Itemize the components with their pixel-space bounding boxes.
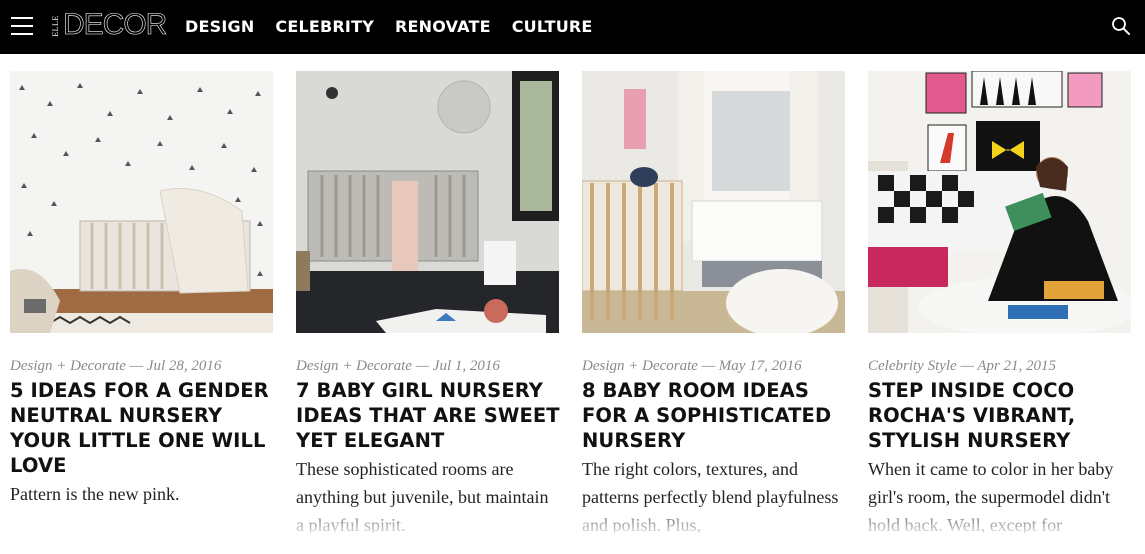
article-meta: Design + Decorate — May 17, 2016: [582, 358, 862, 375]
article-title[interactable]: Step Inside Coco Rocha's Vibrant, Stylis…: [868, 378, 1140, 453]
top-navigation-bar: ELLE DECOR DESIGN CELEBRITY RENOVATE CUL…: [0, 0, 1145, 54]
nav-link-renovate[interactable]: RENOVATE: [395, 17, 491, 36]
nav-link-culture[interactable]: CULTURE: [512, 17, 593, 36]
article-meta: Design + Decorate — Jul 28, 2016: [10, 358, 290, 375]
meta-separator: —: [960, 358, 974, 374]
article-image-coco-rocha-nursery[interactable]: [868, 71, 1131, 333]
article-date: Jul 28, 2016: [146, 358, 222, 374]
article-category[interactable]: Design + Decorate: [296, 358, 412, 374]
article-date: Apr 21, 2015: [977, 358, 1057, 374]
logo-decor-text: DECOR: [63, 8, 168, 42]
article-title[interactable]: 7 Baby Girl Nursery Ideas That Are Sweet…: [296, 378, 568, 453]
article-title[interactable]: 8 Baby Room Ideas for a Sophisticated Nu…: [582, 378, 854, 453]
nav-link-design[interactable]: DESIGN: [185, 17, 254, 36]
article-date: May 17, 2016: [718, 358, 802, 374]
nav-link-celebrity[interactable]: CELEBRITY: [275, 17, 374, 36]
article-image-gender-neutral-nursery[interactable]: [10, 71, 273, 333]
article-meta: Design + Decorate — Jul 1, 2016: [296, 358, 576, 375]
meta-separator: —: [415, 358, 430, 374]
article-category[interactable]: Celebrity Style: [868, 358, 957, 374]
hamburger-icon[interactable]: [11, 16, 33, 36]
meta-separator: —: [129, 358, 144, 374]
article-title[interactable]: 5 Ideas for a Gender Neutral Nursery You…: [10, 378, 282, 478]
meta-separator: —: [701, 358, 716, 374]
article-meta: Celebrity Style — Apr 21, 2015: [868, 358, 1145, 375]
logo-elle-text: ELLE: [51, 15, 60, 37]
search-icon[interactable]: [1111, 16, 1131, 36]
article-dek: Pattern is the new pink.: [10, 484, 180, 504]
main-nav: DESIGN CELEBRITY RENOVATE CULTURE: [185, 17, 614, 36]
article-date: Jul 1, 2016: [432, 358, 500, 374]
article-dek: When it came to color in her baby girl's…: [868, 459, 1114, 533]
article-category[interactable]: Design + Decorate: [10, 358, 126, 374]
article-image-sophisticated-nursery[interactable]: [582, 71, 845, 333]
article-image-baby-girl-nursery[interactable]: [296, 71, 559, 333]
article-dek: The right colors, textures, and patterns…: [582, 459, 839, 533]
article-category[interactable]: Design + Decorate: [582, 358, 698, 374]
article-dek: These sophisticated rooms are anything b…: [296, 459, 549, 533]
